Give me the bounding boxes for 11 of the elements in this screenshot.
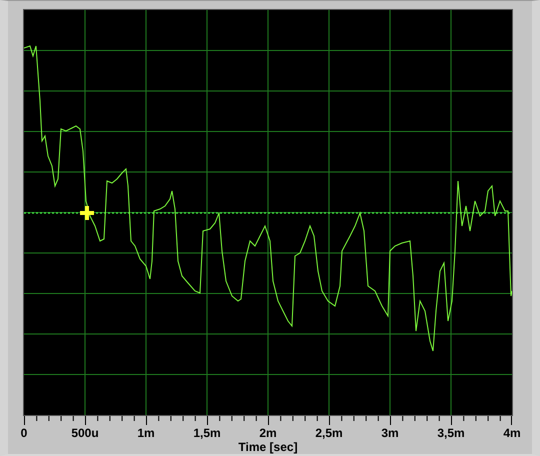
tick-label: 0 [20,426,28,440]
tick-label: 1m [137,426,155,440]
tick-label: 2m [259,426,277,440]
tick-label: 4m [503,426,521,440]
axis-title: Time [sec] [238,440,298,454]
tick-label: 3m [381,426,399,440]
tick-label: 500u [71,426,99,440]
tick-label: 3,5m [437,426,465,440]
tick-label: 1,5m [193,426,221,440]
cursor-cross-icon[interactable] [80,206,94,220]
tick-label: 2,5m [315,426,343,440]
